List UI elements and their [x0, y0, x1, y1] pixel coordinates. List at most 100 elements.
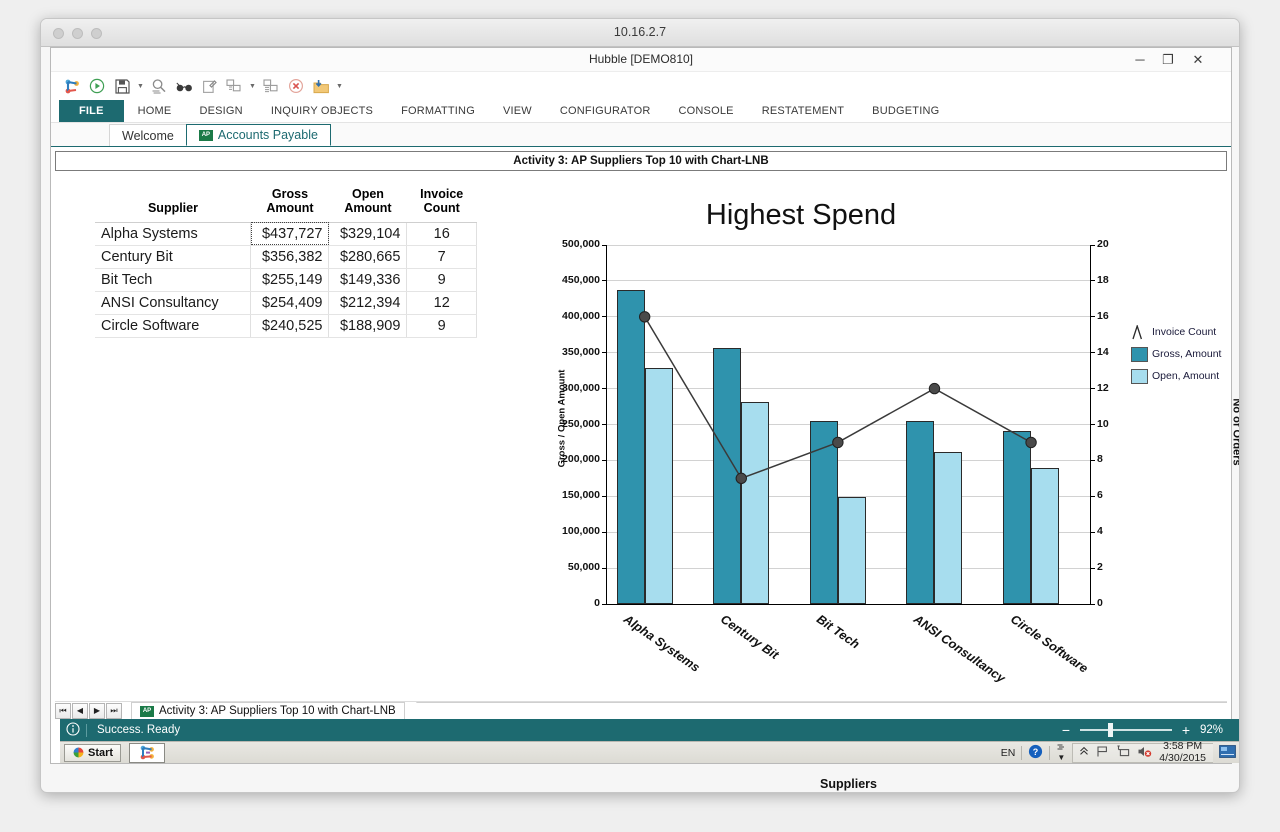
y-axis-tick-label: 200,000 — [562, 453, 600, 466]
cell-open-amount[interactable]: $329,104 — [328, 222, 408, 246]
cell-supplier[interactable]: Bit Tech — [95, 268, 252, 292]
cell-supplier[interactable]: ANSI Consultancy — [95, 291, 252, 315]
language-indicator[interactable]: EN — [1001, 747, 1016, 759]
axis-tick-mark — [1090, 424, 1095, 425]
activity-sheet-tab[interactable]: AP Activity 3: AP Suppliers Top 10 with … — [131, 702, 405, 719]
start-button[interactable]: Start — [64, 743, 122, 762]
column-header-open-amount[interactable]: Open Amount — [328, 183, 407, 223]
line-data-point[interactable] — [832, 436, 844, 449]
ribbon-tab-formatting[interactable]: FORMATTING — [387, 100, 489, 122]
legend-item-open-amount[interactable]: Open, Amount — [1131, 365, 1221, 387]
show-desktop-icon[interactable] — [1219, 744, 1236, 761]
ribbon-tab-home[interactable]: HOME — [124, 100, 186, 122]
next-record-button[interactable]: ▶ — [89, 702, 105, 719]
network-icon[interactable] — [1116, 744, 1130, 761]
export-icon[interactable] — [310, 75, 332, 97]
refresh-dropdown-caret[interactable]: ▼ — [248, 76, 257, 96]
ribbon-tab-inquiry-objects[interactable]: INQUIRY OBJECTS — [257, 100, 387, 122]
show-hidden-icons-chevron[interactable] — [1079, 746, 1089, 759]
line-data-point[interactable] — [638, 311, 651, 323]
line-data-point[interactable] — [1025, 436, 1037, 449]
y-axis-tick-label: 450,000 — [562, 273, 600, 286]
ribbon-tab-configurator[interactable]: CONFIGURATOR — [546, 100, 665, 122]
cell-open-amount[interactable]: $188,909 — [328, 314, 408, 338]
run-icon[interactable] — [86, 75, 108, 97]
cell-open-amount[interactable]: $280,665 — [328, 245, 408, 269]
column-header-invoice-count[interactable]: Invoice Count — [406, 183, 477, 223]
line-data-point[interactable] — [735, 472, 747, 485]
document-tab-accounts-payable[interactable]: AP Accounts Payable — [185, 124, 331, 146]
line-data-point[interactable] — [928, 382, 941, 395]
app-minimize-button[interactable]: ─ — [1127, 50, 1153, 70]
line-marker-icon — [1132, 324, 1143, 339]
legend-item-gross-amount[interactable]: Gross, Amount — [1131, 343, 1221, 365]
table-row[interactable]: Century Bit $356,382 $280,665 7 — [95, 245, 477, 269]
ribbon-tab-restatement[interactable]: RESTATEMENT — [748, 100, 858, 122]
quick-access-toolbar: ▼ ▼ ▼ — [51, 72, 1231, 100]
ribbon-tab-view[interactable]: VIEW — [489, 100, 546, 122]
taskbar-hubble-button[interactable] — [129, 742, 166, 763]
table-row[interactable]: Circle Software $240,525 $188,909 9 — [95, 314, 477, 338]
find-icon[interactable] — [148, 75, 170, 97]
previous-record-button[interactable]: ◀ — [72, 702, 88, 719]
column-header-supplier[interactable]: Supplier — [95, 183, 251, 223]
cell-invoice-count[interactable]: 9 — [406, 268, 477, 292]
zoom-slider[interactable] — [1080, 723, 1172, 737]
cell-open-amount[interactable]: $212,394 — [328, 291, 408, 315]
ribbon-tab-file[interactable]: FILE — [59, 100, 124, 122]
help-icon[interactable]: ? — [1028, 744, 1043, 762]
table-row[interactable]: Alpha Systems $437,727 $329,104 16 — [95, 222, 477, 246]
cancel-icon[interactable] — [285, 75, 307, 97]
cell-gross-amount[interactable]: $356,382 — [250, 245, 330, 269]
ribbon-tab-console[interactable]: CONSOLE — [665, 100, 748, 122]
document-tabbar: Welcome AP Accounts Payable — [51, 123, 1231, 147]
axis-tick-mark — [1090, 316, 1095, 318]
cell-gross-amount[interactable]: $254,409 — [250, 291, 330, 315]
glasses-icon[interactable] — [173, 75, 195, 97]
app-restore-button[interactable]: ❐ — [1155, 50, 1181, 70]
ribbon-tab-budgeting[interactable]: BUDGETING — [858, 100, 953, 122]
cell-gross-amount[interactable]: $240,525 — [250, 314, 330, 338]
cell-invoice-count[interactable]: 7 — [406, 245, 477, 269]
zoom-slider-thumb[interactable] — [1108, 723, 1113, 737]
y-axis-tick-label: 300,000 — [562, 381, 600, 394]
cell-supplier[interactable]: Circle Software — [95, 314, 252, 338]
cell-open-amount[interactable]: $149,336 — [328, 268, 408, 292]
zoom-level-label: 92% — [1200, 724, 1224, 736]
edit-icon[interactable] — [198, 75, 220, 97]
axis-tick-mark — [1090, 352, 1095, 354]
suppliers-data-grid[interactable]: Supplier Gross Amount Open Amount Invoice C… — [95, 183, 477, 338]
chart-y2-axis-label: No of Orders — [1230, 398, 1240, 466]
mac-titlebar: 10.16.2.7 — [41, 19, 1239, 47]
hubble-logo-icon[interactable] — [61, 75, 83, 97]
tray-overflow-button[interactable]: ▼ — [1056, 744, 1066, 761]
action-center-flag-icon[interactable] — [1096, 745, 1109, 761]
table-row[interactable]: ANSI Consultancy $254,409 $212,394 12 — [95, 291, 477, 315]
cell-invoice-count[interactable]: 12 — [406, 291, 477, 315]
save-dropdown-caret[interactable]: ▼ — [136, 76, 145, 96]
cell-invoice-count[interactable]: 9 — [406, 314, 477, 338]
y-axis-tick-label: 400,000 — [562, 309, 600, 322]
zoom-in-button[interactable]: + — [1181, 722, 1191, 738]
cell-gross-amount[interactable]: $437,727 — [250, 222, 330, 246]
column-header-gross-amount[interactable]: Gross Amount — [250, 183, 329, 223]
ribbon-tab-design[interactable]: DESIGN — [185, 100, 256, 122]
first-record-button[interactable]: ⏮ — [55, 702, 71, 719]
document-tab-welcome[interactable]: Welcome — [109, 124, 187, 146]
cell-invoice-count[interactable]: 16 — [406, 222, 477, 246]
save-icon[interactable] — [111, 75, 133, 97]
qat-overflow-caret[interactable]: ▼ — [335, 76, 344, 96]
taskbar-clock[interactable]: 3:58 PM 4/30/2015 — [1159, 741, 1206, 763]
x-axis-tick-label: Circle Software — [1007, 612, 1091, 676]
cell-gross-amount[interactable]: $255,149 — [250, 268, 330, 292]
last-record-button[interactable]: ⏭ — [106, 702, 122, 719]
app-close-button[interactable]: ✕ — [1185, 50, 1211, 70]
refresh-icon[interactable] — [223, 75, 245, 97]
cell-supplier[interactable]: Century Bit — [95, 245, 252, 269]
table-row[interactable]: Bit Tech $255,149 $149,336 9 — [95, 268, 477, 292]
zoom-out-button[interactable]: − — [1061, 722, 1071, 738]
cell-supplier[interactable]: Alpha Systems — [95, 222, 252, 246]
volume-muted-icon[interactable] — [1137, 745, 1152, 761]
legend-item-invoice-count[interactable]: Invoice Count — [1131, 321, 1221, 343]
refresh-all-icon[interactable] — [260, 75, 282, 97]
